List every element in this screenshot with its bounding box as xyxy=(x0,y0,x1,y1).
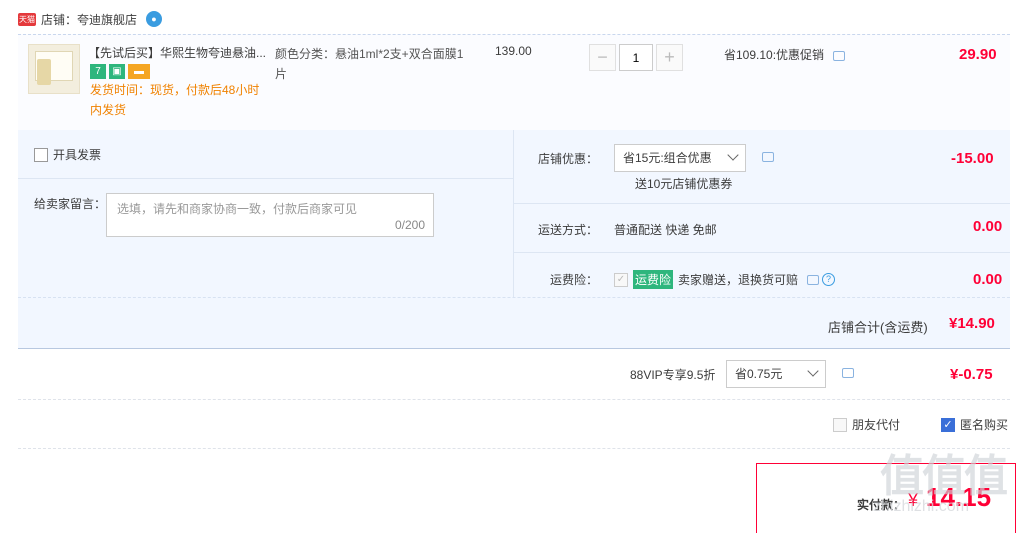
message-icon[interactable] xyxy=(842,368,854,378)
product-title[interactable]: 【先试后买】华熙生物夸迪悬油... xyxy=(88,44,268,62)
right-divider-2 xyxy=(514,252,1010,253)
memo-char-count: 0/200 xyxy=(394,218,425,232)
shipping-amount: 0.00 xyxy=(973,218,1003,235)
insurance-tag: 运费险 xyxy=(633,270,674,289)
insurance-desc: 卖家赠送，退换货可赔 xyxy=(678,273,799,287)
insurance-label: 运费险： xyxy=(550,273,599,287)
sku-info: 颜色分类：悬油1ml*2支+双合面膜1片 xyxy=(275,47,464,81)
product-bottle-image xyxy=(37,59,51,85)
message-icon[interactable] xyxy=(833,50,846,61)
wangwang-chat-icon[interactable]: ● xyxy=(146,11,163,27)
chevron-down-icon xyxy=(807,365,819,377)
shipping-label: 运送方式： xyxy=(538,223,599,237)
vip-discount-selected: 省0.75元 xyxy=(735,367,783,381)
memo-placeholder: 选填，请先和商家协商一致，付款后商家可见 xyxy=(117,202,358,216)
watermark-url: zhizhizhi.com xyxy=(873,498,970,515)
right-divider-1 xyxy=(514,203,1010,204)
shop-discount-amount: -15.00 xyxy=(951,150,994,167)
watermark-logo: 值值值 xyxy=(880,452,1008,501)
chevron-down-icon xyxy=(727,149,739,161)
shop-discount-selected: 省15元:组合优惠 xyxy=(623,151,712,165)
friend-pay-label: 朋友代付 xyxy=(852,418,901,432)
ship-time: 发货时间：现货，付款后48小时内发货 xyxy=(90,83,260,117)
divider xyxy=(18,399,1010,400)
shop-total-amount: ¥14.90 xyxy=(949,315,995,332)
credit-card-icon[interactable]: ▬ xyxy=(128,64,150,79)
quantity-increase-button[interactable]: + xyxy=(656,44,683,71)
product-thumbnail[interactable] xyxy=(28,44,80,94)
quantity-stepper: − + xyxy=(589,44,683,71)
item-subtotal: 29.90 xyxy=(959,46,997,63)
friend-pay-checkbox[interactable] xyxy=(833,417,847,432)
quality-guarantee-icon[interactable]: ▣ xyxy=(109,64,125,79)
item-discount-text: 省109.10:优惠促销 xyxy=(724,48,825,62)
vip-label: 88VIP专享9.5折 xyxy=(630,368,716,382)
memo-label: 给卖家留言： xyxy=(34,197,107,211)
insurance-option: ✓ 运费险 卖家赠送，退换货可赔 ? xyxy=(614,270,836,289)
vip-discount-amount: ¥-0.75 xyxy=(950,366,993,383)
left-divider xyxy=(18,178,513,179)
message-icon[interactable] xyxy=(762,152,774,162)
shop-total-label: 店铺合计(含运费) xyxy=(828,320,928,335)
shipping-method: 普通配送 快递 免邮 xyxy=(614,223,717,237)
anonymous-option[interactable]: ✓ 匿名购买 xyxy=(941,416,1008,433)
quantity-decrease-button[interactable]: − xyxy=(589,44,616,71)
invoice-label: 开具发票 xyxy=(53,148,102,162)
seven-day-return-icon[interactable]: 7 xyxy=(90,64,106,79)
shop-coupon-note: 送10元店铺优惠券 xyxy=(635,177,733,191)
item-discount: 省109.10:优惠促销 xyxy=(724,46,846,63)
friend-pay-option[interactable]: 朋友代付 xyxy=(833,416,900,433)
panel-divider xyxy=(513,130,514,297)
shop-name[interactable]: 店铺：夸迪旗舰店 xyxy=(41,11,137,28)
shop-header: 天猫 店铺：夸迪旗舰店 ● xyxy=(18,8,163,30)
shop-discount-label: 店铺优惠： xyxy=(538,152,599,166)
help-icon[interactable]: ? xyxy=(822,273,836,286)
anonymous-label: 匿名购买 xyxy=(960,418,1009,432)
shop-discount-select[interactable]: 省15元:组合优惠 xyxy=(614,144,746,172)
invoice-option[interactable]: 开具发票 xyxy=(34,146,101,163)
invoice-checkbox[interactable] xyxy=(34,147,48,162)
anonymous-checkbox[interactable]: ✓ xyxy=(941,417,955,432)
insurance-amount: 0.00 xyxy=(973,271,1003,288)
service-badges: 7 ▣ ▬ xyxy=(90,64,150,79)
message-icon[interactable] xyxy=(807,274,820,285)
memo-textarea[interactable]: 选填，请先和商家协商一致，付款后商家可见 0/200 xyxy=(106,193,434,237)
unit-price: 139.00 xyxy=(495,44,532,58)
insurance-checkbox: ✓ xyxy=(614,272,628,287)
vip-discount-select[interactable]: 省0.75元 xyxy=(726,360,826,388)
tmall-logo-icon: 天猫 xyxy=(18,12,36,26)
divider xyxy=(18,448,1010,449)
quantity-input[interactable] xyxy=(619,44,653,71)
